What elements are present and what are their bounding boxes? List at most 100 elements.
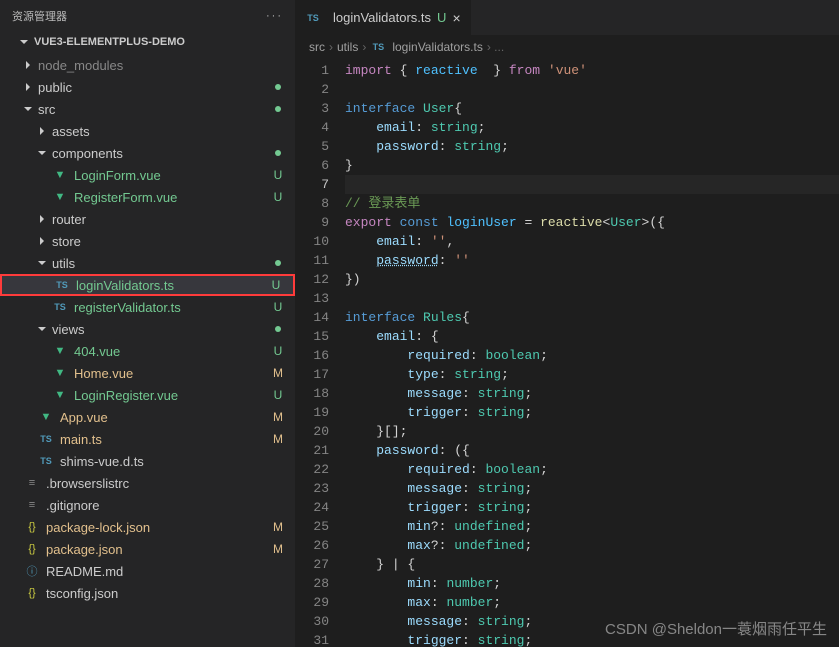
tree-label: utils (52, 256, 275, 271)
sidebar-header: 资源管理器 ··· (0, 0, 295, 32)
vue-icon: ▼ (52, 189, 68, 205)
tree-file[interactable]: ▼LoginForm.vueU (0, 164, 295, 186)
chevron-down-icon (20, 38, 28, 46)
tree-file[interactable]: TSregisterValidator.tsU (0, 296, 295, 318)
sidebar: 资源管理器 ··· VUE3-ELEMENTPLUS-DEMO node_mod… (0, 0, 295, 647)
tree-label: src (38, 102, 275, 117)
tree-label: router (52, 212, 285, 227)
tree-label: views (52, 322, 275, 337)
tree-file[interactable]: ⓘREADME.md (0, 560, 295, 582)
tree-label: node_modules (38, 58, 285, 73)
tree-label: main.ts (60, 432, 271, 447)
tree-file[interactable]: ▼ LoginRegister.vueU (0, 384, 295, 406)
tree-folder[interactable]: utils (0, 252, 295, 274)
tree-folder[interactable]: src (0, 98, 295, 120)
tree-file[interactable]: {}package-lock.jsonM (0, 516, 295, 538)
ts-icon: TS (305, 10, 321, 26)
tree-label: store (52, 234, 285, 249)
tree-file[interactable]: TSloginValidators.tsU (0, 274, 295, 296)
git-dot (275, 150, 281, 156)
tree-folder[interactable]: router (0, 208, 295, 230)
breadcrumbs[interactable]: src › utils › TS loginValidators.ts › ... (295, 35, 839, 59)
tree-label: public (38, 80, 275, 95)
vue-icon: ▼ (52, 365, 68, 381)
git-status: M (271, 410, 285, 424)
tree-file[interactable]: ▼ 404.vueU (0, 340, 295, 362)
vue-icon: ▼ (52, 167, 68, 183)
git-status: U (271, 168, 285, 182)
project-label: VUE3-ELEMENTPLUS-DEMO (34, 36, 185, 48)
conf-icon: ≡ (24, 475, 40, 491)
tree-folder[interactable]: views (0, 318, 295, 340)
tree-label: App.vue (60, 410, 271, 425)
git-dot (275, 84, 281, 90)
tree-label: 404.vue (74, 344, 271, 359)
vue-icon: ▼ (38, 409, 54, 425)
ts-icon: TS (370, 39, 386, 55)
git-status: U (271, 190, 285, 204)
tree-folder[interactable]: store (0, 230, 295, 252)
tree-folder[interactable]: public (0, 76, 295, 98)
git-dot (275, 326, 281, 332)
tree-file[interactable]: {} package.jsonM (0, 538, 295, 560)
breadcrumb-more[interactable]: › ... (487, 40, 504, 54)
tree-label: package.json (46, 542, 271, 557)
project-root[interactable]: VUE3-ELEMENTPLUS-DEMO (0, 32, 295, 54)
more-icon[interactable]: ··· (266, 10, 283, 22)
breadcrumb-item[interactable]: utils (337, 40, 358, 54)
tree-file[interactable]: ▼ RegisterForm.vueU (0, 186, 295, 208)
git-dot (275, 260, 281, 266)
chevron-icon (38, 237, 46, 245)
git-status: M (271, 542, 285, 556)
git-status: M (271, 432, 285, 446)
tree-folder[interactable]: assets (0, 120, 295, 142)
breadcrumb-item[interactable]: loginValidators.ts (392, 40, 483, 54)
chevron-icon (24, 61, 32, 69)
tree-file[interactable]: TSshims-vue.d.ts (0, 450, 295, 472)
info-icon: ⓘ (24, 563, 40, 579)
code-content[interactable]: import { reactive } from 'vue'interface … (345, 59, 839, 647)
json-icon: {} (24, 519, 40, 535)
chevron-icon (38, 127, 46, 135)
tree-label: shims-vue.d.ts (60, 454, 285, 469)
ts-icon: TS (38, 431, 54, 447)
tree-folder[interactable]: components (0, 142, 295, 164)
breadcrumb-sep: › (362, 40, 366, 54)
tree-label: Home.vue (74, 366, 271, 381)
git-status: U (271, 344, 285, 358)
tree-file[interactable]: ▼ Home.vueM (0, 362, 295, 384)
tree-label: RegisterForm.vue (74, 190, 271, 205)
chevron-icon (24, 83, 32, 91)
ts-icon: TS (54, 277, 70, 293)
tree-label: assets (52, 124, 285, 139)
tab-loginvalidators[interactable]: TS loginValidators.ts U × (295, 0, 472, 35)
breadcrumb-sep: › (329, 40, 333, 54)
git-status: U (271, 388, 285, 402)
git-status: M (271, 366, 285, 380)
tree-file[interactable]: TS main.tsM (0, 428, 295, 450)
vue-icon: ▼ (52, 387, 68, 403)
tree-file[interactable]: {}tsconfig.json (0, 582, 295, 604)
tree-folder[interactable]: node_modules (0, 54, 295, 76)
tree-file[interactable]: ≡.gitignore (0, 494, 295, 516)
gutter: 1234567891011121314151617181920212223242… (295, 59, 345, 647)
git-status: M (271, 520, 285, 534)
tab-status: U (437, 10, 446, 25)
editor: TS loginValidators.ts U × src › utils › TS lo… (295, 0, 839, 647)
chevron-icon (38, 149, 46, 157)
chevron-icon (24, 105, 32, 113)
vue-icon: ▼ (52, 343, 68, 359)
chevron-icon (38, 259, 46, 267)
code-area: 1234567891011121314151617181920212223242… (295, 59, 839, 647)
git-dot (275, 106, 281, 112)
json-icon: {} (24, 541, 40, 557)
breadcrumb-item[interactable]: src (309, 40, 325, 54)
tree-file[interactable]: ▼ App.vueM (0, 406, 295, 428)
tree-label: loginValidators.ts (76, 278, 269, 293)
chevron-icon (38, 215, 46, 223)
tree-label: LoginRegister.vue (74, 388, 271, 403)
json-icon: {} (24, 585, 40, 601)
tab-filename: loginValidators.ts (333, 10, 431, 25)
close-icon[interactable]: × (452, 10, 460, 26)
tree-file[interactable]: ≡.browserslistrc (0, 472, 295, 494)
